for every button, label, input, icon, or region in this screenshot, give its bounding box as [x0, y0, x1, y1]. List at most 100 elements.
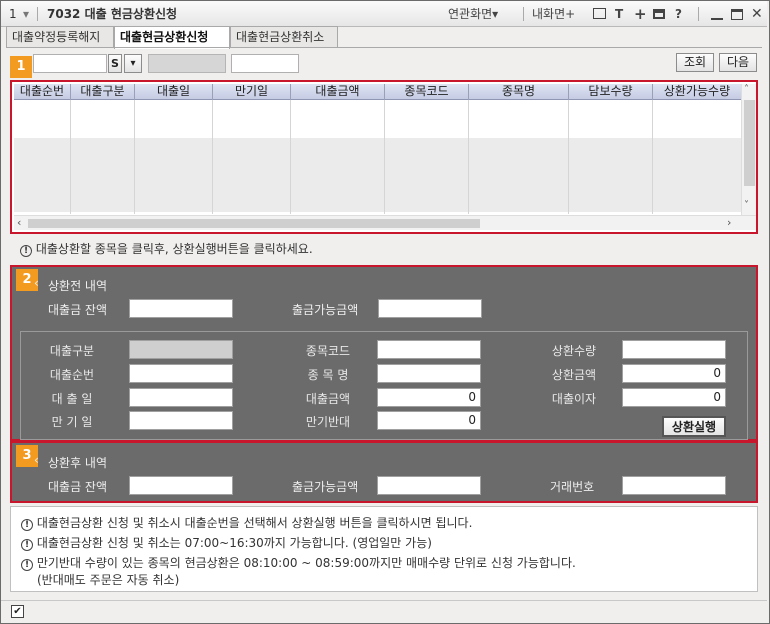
links-menu[interactable]: 연관화면▾	[448, 1, 498, 27]
grid-col-line	[290, 100, 291, 214]
col-loan-type[interactable]: 대출구분	[71, 84, 135, 100]
table-row[interactable]	[14, 175, 741, 212]
info-icon: !	[21, 559, 33, 571]
trade-no-field	[622, 476, 726, 495]
info-panel: ! 대출현금상환 신청 및 취소시 대출순번을 선택해서 상환실행 버튼을 클릭…	[10, 506, 758, 592]
vertical-scrollbar[interactable]: ˄ ˅	[741, 84, 756, 215]
col-stock-name[interactable]: 종목명	[469, 84, 569, 100]
next-button[interactable]: 다음	[719, 53, 757, 72]
help-icon[interactable]: ?	[675, 1, 682, 27]
window-screen-icon[interactable]	[593, 8, 606, 19]
maturity-label: 만 기 일	[51, 415, 93, 429]
maturity-opposite-field: 0	[377, 411, 481, 430]
divider	[37, 7, 38, 21]
scroll-right-icon[interactable]: ›	[727, 216, 731, 229]
tab-cash-repay-cancel[interactable]: 대출현금상환취소	[230, 26, 338, 48]
loan-amount-label: 대출금액	[305, 392, 351, 406]
withdrawable-label: 출금가능금액	[292, 303, 359, 317]
after-withdrawable-label: 출금가능금액	[292, 480, 359, 494]
col-loan-date[interactable]: 대출일	[135, 84, 213, 100]
col-loan-amount[interactable]: 대출금액	[291, 84, 385, 100]
my-screen-button[interactable]: 내화면+	[532, 1, 575, 27]
vertical-scroll-thumb[interactable]	[744, 100, 755, 186]
links-label: 연관화면	[448, 7, 493, 21]
loan-grid: 대출순번 대출구분 대출일 만기일 대출금액 종목코드 종목명 담보수량 상환가…	[10, 80, 758, 234]
grid-col-line	[134, 100, 135, 214]
section-badge-1: 1	[10, 56, 32, 78]
divider	[523, 7, 524, 21]
window-title: 7032 대출 현금상환신청	[47, 7, 178, 21]
password-input[interactable]	[231, 54, 299, 73]
table-row[interactable]	[14, 101, 741, 138]
info-icon: !	[21, 519, 33, 531]
col-maturity[interactable]: 만기일	[213, 84, 291, 100]
loan-interest-label: 대출이자	[551, 392, 597, 406]
close-icon[interactable]: ✕	[751, 1, 763, 27]
repay-amount-label: 상환금액	[551, 368, 597, 382]
loan-type-field	[129, 340, 233, 359]
execute-repay-button[interactable]: 상환실행	[662, 416, 726, 437]
after-loan-balance-label: 대출금 잔액	[48, 480, 108, 494]
info-line-4: (반대매도 주문은 자동 취소)	[37, 573, 180, 587]
loan-amount-field: 0	[377, 388, 481, 407]
tab-cash-repay-request[interactable]: 대출현금상환신청	[114, 26, 230, 49]
grid-col-line	[70, 100, 71, 214]
loan-balance-label: 대출금 잔액	[48, 303, 108, 317]
chevron-down-icon[interactable]: ▾	[23, 1, 29, 27]
window-number[interactable]: 1	[9, 1, 17, 27]
minimize-icon[interactable]	[711, 18, 723, 20]
grid-col-line	[568, 100, 569, 214]
repay-qty-label: 상환수량	[551, 344, 597, 358]
table-row[interactable]	[14, 138, 741, 175]
loan-balance-field	[129, 299, 233, 318]
info-icon: !	[20, 245, 32, 257]
trade-no-label: 거래번호	[550, 480, 595, 494]
info-text: 대출현금상환 신청 및 취소시 대출순번을 선택해서 상환실행 버튼을 클릭하시…	[36, 516, 473, 530]
withdrawable-field	[378, 299, 482, 318]
tab-loan-agreement-cancel[interactable]: 대출약정등록해지	[6, 26, 114, 48]
scroll-left-icon[interactable]: ‹	[17, 216, 21, 229]
loan-interest-field: 0	[622, 388, 726, 407]
text-icon[interactable]: T	[615, 1, 623, 27]
status-bar: ✔	[1, 600, 767, 622]
col-collateral-qty[interactable]: 담보수량	[569, 84, 653, 100]
col-stock-code[interactable]: 종목코드	[385, 84, 469, 100]
loan-date-field	[129, 388, 233, 407]
info-text: 만기반대 수량이 있는 종목의 현금상환은 08:10:00 ~ 08:59:0…	[36, 556, 576, 570]
horizontal-scrollbar[interactable]: ‹ ›	[14, 215, 756, 230]
account-input[interactable]	[33, 54, 107, 73]
scroll-up-icon[interactable]: ˄	[744, 84, 749, 95]
query-button[interactable]: 조회	[676, 53, 714, 72]
loan-date-label: 대 출 일	[51, 392, 93, 406]
plus-icon[interactable]: +	[634, 1, 647, 27]
account-suffix[interactable]: S	[108, 54, 122, 73]
maximize-icon[interactable]	[731, 9, 743, 20]
loan-seq-label: 대출순번	[49, 368, 95, 382]
scroll-down-icon[interactable]: ˅	[744, 200, 749, 211]
account-dropdown-chevron-icon[interactable]: ▾	[124, 54, 142, 73]
info-icon: !	[21, 539, 33, 551]
grid-col-line	[468, 100, 469, 214]
notice-top-text: 대출상환할 종목을 클릭후, 상환실행버튼을 클릭하세요.	[35, 242, 313, 256]
loan-seq-field	[129, 364, 233, 383]
chevron-left-icon: ‹	[34, 276, 39, 290]
title-bar: 1 ▾ 7032 대출 현금상환신청 연관화면▾ 내화면+ T + ? ✕	[1, 1, 767, 27]
after-loan-balance-field	[129, 476, 233, 495]
grid-col-line	[652, 100, 653, 214]
after-withdrawable-field	[377, 476, 481, 495]
tab-divider	[6, 47, 762, 48]
info-line-3: ! 만기반대 수량이 있는 종목의 현금상환은 08:10:00 ~ 08:59…	[21, 554, 576, 571]
stock-code-label: 종목코드	[305, 344, 351, 358]
col-loan-seq[interactable]: 대출순번	[14, 84, 71, 100]
repay-amount-field: 0	[622, 364, 726, 383]
repay-qty-input[interactable]	[622, 340, 726, 359]
print-icon[interactable]	[653, 9, 665, 19]
account-name-field	[148, 54, 226, 73]
divider	[698, 7, 699, 21]
checkbox-icon[interactable]: ✔	[11, 605, 24, 618]
horizontal-scroll-thumb[interactable]	[28, 219, 480, 228]
chevron-left-icon: ‹	[34, 453, 39, 467]
maturity-opposite-label: 만기반대	[305, 415, 351, 429]
grid-col-line	[212, 100, 213, 214]
col-repayable-qty[interactable]: 상환가능수량	[653, 84, 741, 100]
